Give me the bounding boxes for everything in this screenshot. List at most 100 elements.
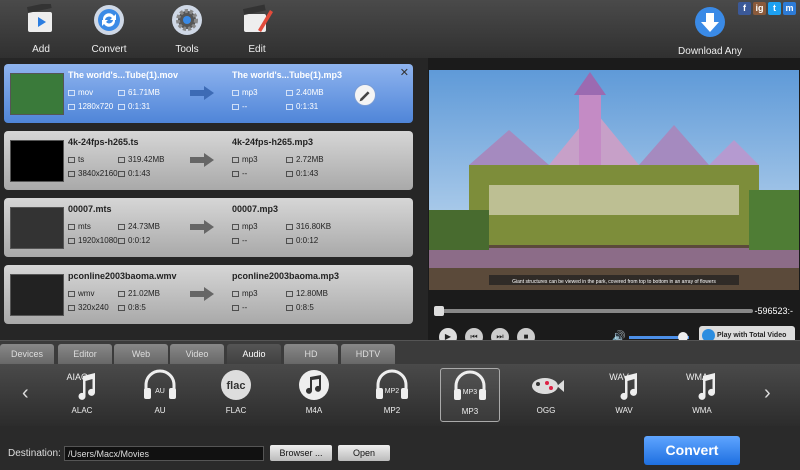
- output-resolution-value: --: [242, 169, 248, 178]
- edit-button[interactable]: Edit: [226, 2, 288, 56]
- clock-icon: [118, 238, 125, 244]
- music-note-icon: WAV: [609, 372, 638, 400]
- source-size-value: 21.02MB: [128, 289, 161, 298]
- format-icon: [68, 291, 75, 297]
- format-flac[interactable]: flac FLAC: [206, 368, 266, 422]
- output-format: mp3: [232, 155, 258, 164]
- output-size-value: 316.80KB: [296, 222, 332, 231]
- format-wav[interactable]: WAV WAV: [594, 368, 654, 422]
- format-label: OGG: [536, 406, 556, 415]
- format-ogg[interactable]: OGG: [516, 368, 576, 422]
- source-duration: 0:0:12: [118, 236, 150, 245]
- output-file-name: The world's...Tube(1).mp3: [232, 70, 342, 80]
- resolution-icon: [68, 305, 75, 311]
- file-row[interactable]: 00007.mts mts 24.73MB 1920x1080 0:0:12 0…: [4, 198, 413, 257]
- output-duration-value: 0:1:31: [296, 102, 319, 111]
- output-duration: 0:0:12: [286, 236, 318, 245]
- size-icon: [286, 291, 293, 297]
- output-resolution: --: [232, 236, 247, 245]
- output-duration-value: 0:8:5: [296, 303, 314, 312]
- format-au[interactable]: AU AU: [130, 368, 190, 422]
- source-format: wmv: [68, 289, 94, 298]
- category-tabs: Devices Editor Web Video Audio HD HDTV: [0, 340, 800, 365]
- format-icon: [68, 224, 75, 230]
- resolution-icon: [68, 104, 75, 110]
- file-row[interactable]: pconline2003baoma.wmv wmv 21.02MB 320x24…: [4, 265, 413, 324]
- tools-button[interactable]: Tools: [156, 2, 218, 56]
- edit-pencil-icon[interactable]: [354, 84, 376, 106]
- volume-slider[interactable]: [629, 332, 689, 342]
- output-format-value: mp3: [242, 155, 258, 164]
- output-size: 316.80KB: [286, 222, 331, 231]
- source-format: mts: [68, 222, 91, 231]
- message-icon[interactable]: m: [783, 2, 796, 15]
- source-resolution-value: 1280x720: [78, 102, 114, 111]
- clock-icon: [118, 104, 125, 110]
- source-duration-value: 0:8:5: [128, 303, 146, 312]
- format-label: M4A: [305, 406, 323, 415]
- chevron-left-icon[interactable]: ‹: [22, 382, 29, 405]
- download-video-button[interactable]: Download Any Video: [672, 2, 748, 75]
- output-size-value: 12.80MB: [296, 289, 329, 298]
- format-mp3[interactable]: MP3 MP3: [440, 368, 500, 422]
- chevron-right-icon[interactable]: ›: [764, 382, 771, 405]
- tab-web[interactable]: Web: [114, 344, 168, 365]
- convert-button[interactable]: Convert: [644, 436, 740, 465]
- instagram-icon[interactable]: ig: [753, 2, 766, 15]
- output-duration: 0:1:31: [286, 102, 318, 111]
- browse-button[interactable]: Browser ...: [270, 445, 332, 461]
- destination-label: Destination:: [8, 448, 61, 459]
- twitter-icon[interactable]: t: [768, 2, 781, 15]
- clock-icon: [286, 238, 293, 244]
- output-size-value: 2.72MB: [296, 155, 324, 164]
- output-duration: 0:1:43: [286, 169, 318, 178]
- file-row[interactable]: 4k-24fps-h265.ts ts 319.42MB 3840x2160 0…: [4, 131, 413, 190]
- convert-toolbar-button[interactable]: Convert: [78, 2, 140, 56]
- file-row[interactable]: The world's...Tube(1).mov mov 61.71MB 12…: [4, 64, 413, 123]
- seek-bar[interactable]: [434, 306, 753, 316]
- flac-icon: flac: [221, 370, 251, 400]
- format-glyph: MP2: [385, 388, 400, 395]
- tab-video[interactable]: Video: [170, 344, 224, 365]
- output-resolution-value: --: [242, 303, 248, 312]
- format-mp2[interactable]: MP2 MP2: [362, 368, 422, 422]
- output-duration: 0:8:5: [286, 303, 314, 312]
- source-format: mov: [68, 88, 93, 97]
- tab-hdtv[interactable]: HDTV: [341, 344, 395, 365]
- output-format: mp3: [232, 289, 258, 298]
- output-format-value: mp3: [242, 222, 258, 231]
- clock-icon: [286, 171, 293, 177]
- video-frame: Giant structures can be viewed in the pa…: [429, 70, 799, 290]
- source-format-value: mts: [78, 222, 91, 231]
- resolution-icon: [232, 171, 239, 177]
- output-size-value: 2.40MB: [296, 88, 324, 97]
- tab-editor[interactable]: Editor: [58, 344, 112, 365]
- clock-icon: [118, 305, 125, 311]
- source-duration: 0:1:43: [118, 169, 150, 178]
- output-format-value: mp3: [242, 289, 258, 298]
- format-alac[interactable]: AIAC ALAC: [52, 368, 112, 422]
- tab-devices[interactable]: Devices: [0, 344, 54, 365]
- format-icon: [232, 291, 239, 297]
- format-wma[interactable]: WMA WMA: [672, 368, 732, 422]
- seek-handle[interactable]: [434, 306, 444, 316]
- facebook-icon[interactable]: f: [738, 2, 751, 15]
- source-duration: 0:8:5: [118, 303, 146, 312]
- format-m4a[interactable]: M4A: [284, 368, 344, 422]
- output-size: 2.72MB: [286, 155, 324, 164]
- video-thumbnail: [10, 274, 64, 316]
- source-duration-value: 0:1:31: [128, 102, 151, 111]
- format-icon: [68, 90, 75, 96]
- destination-field[interactable]: [64, 446, 264, 461]
- tab-hd[interactable]: HD: [284, 344, 338, 365]
- source-size: 24.73MB: [118, 222, 160, 231]
- close-icon[interactable]: ✕: [400, 66, 409, 79]
- format-icon: [232, 157, 239, 163]
- ogg-fish-icon: [532, 378, 564, 394]
- video-thumbnail: [10, 140, 64, 182]
- size-icon: [118, 291, 125, 297]
- tab-audio[interactable]: Audio: [227, 344, 281, 365]
- open-button[interactable]: Open: [338, 445, 390, 461]
- size-icon: [286, 90, 293, 96]
- add-button[interactable]: Add: [10, 2, 72, 56]
